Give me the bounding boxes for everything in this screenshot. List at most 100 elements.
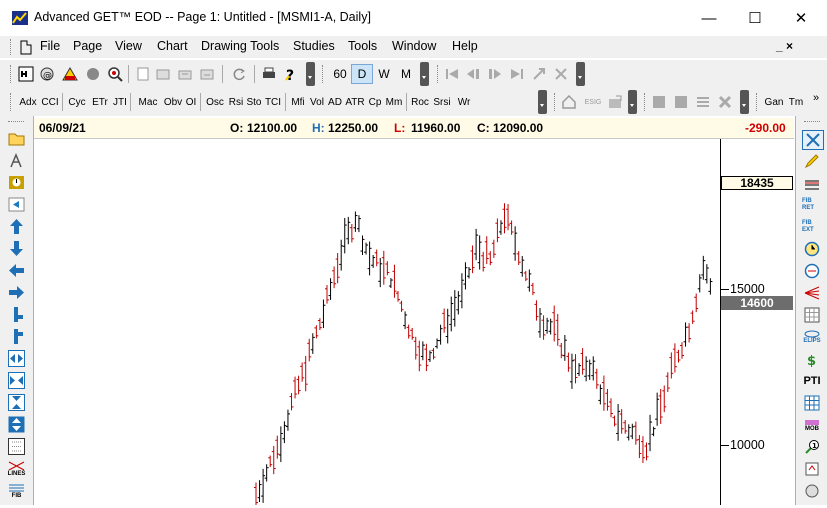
extra-tool[interactable]: [802, 482, 822, 500]
study-srsi-button[interactable]: Srsi: [431, 93, 453, 111]
period-weekly-button[interactable]: W: [374, 65, 394, 83]
toolbar-grip[interactable]: [554, 93, 558, 111]
expand-x-tool[interactable]: [8, 372, 25, 389]
single-pane-button[interactable]: [650, 93, 668, 111]
toolbar-grip[interactable]: [644, 93, 648, 111]
toolbar-grip[interactable]: [437, 65, 441, 83]
study-etr-button[interactable]: ETr: [89, 93, 111, 111]
time-button[interactable]: Tm: [788, 93, 804, 111]
move-up-tool[interactable]: [8, 218, 25, 235]
pti-tool[interactable]: PTI: [802, 372, 822, 390]
study-rsi-button[interactable]: Rsi: [227, 93, 245, 111]
lines-tool[interactable]: LINES: [8, 460, 25, 477]
menu-tools[interactable]: Tools: [348, 39, 377, 53]
scroll-forward-button[interactable]: [486, 65, 504, 83]
menubar-grip[interactable]: [10, 39, 14, 55]
study-tci-button[interactable]: TCI: [263, 93, 283, 111]
fib-extension-tool[interactable]: FIB EXT: [802, 218, 822, 236]
toolbar-grip[interactable]: [322, 65, 326, 83]
tools-a-tool[interactable]: [8, 152, 25, 169]
ball-button[interactable]: [84, 65, 102, 83]
indicator-tool[interactable]: [8, 174, 25, 191]
stretch-down-tool[interactable]: [8, 328, 25, 345]
move-left-tool[interactable]: [8, 262, 25, 279]
period-daily-button[interactable]: D: [351, 64, 373, 84]
study-osc-button[interactable]: Osc: [204, 93, 226, 111]
study-roc-button[interactable]: Roc: [410, 93, 430, 111]
period-60-button[interactable]: 60: [330, 65, 350, 83]
compress-button[interactable]: [552, 65, 570, 83]
maximize-button[interactable]: ☐: [732, 5, 778, 31]
study-obv-button[interactable]: Obv: [163, 93, 183, 111]
ellipse-tool[interactable]: ELIPS: [802, 328, 822, 346]
open-folder-tool[interactable]: [8, 130, 25, 147]
home-button[interactable]: [560, 93, 578, 111]
study-mm-button[interactable]: Mm: [384, 93, 404, 111]
pencil-tool[interactable]: [802, 152, 822, 170]
study-mfi-button[interactable]: Mfi: [289, 93, 307, 111]
print-button[interactable]: [260, 65, 278, 83]
toolbar-grip[interactable]: [804, 121, 820, 122]
new-chart-button[interactable]: [17, 65, 35, 83]
study-sto-button[interactable]: Sto: [246, 93, 262, 111]
zoom-button[interactable]: [106, 65, 124, 83]
window-dropdown[interactable]: [740, 90, 749, 114]
toolbar-grip[interactable]: [10, 65, 14, 83]
minimize-button[interactable]: —: [686, 5, 732, 31]
time-cycle-tool[interactable]: [802, 240, 822, 258]
save-button[interactable]: [198, 65, 216, 83]
study-ad-button[interactable]: AD: [327, 93, 343, 111]
help-button[interactable]: ?: [282, 65, 300, 83]
menu-window[interactable]: Window: [392, 39, 436, 53]
scroll-back-button[interactable]: [464, 65, 482, 83]
mob-tool[interactable]: MOB: [802, 416, 822, 434]
fan-tool[interactable]: [802, 284, 822, 302]
gann-grid-tool[interactable]: [802, 306, 822, 324]
study-jti-button[interactable]: JTI: [112, 93, 128, 111]
export-button[interactable]: [606, 93, 624, 111]
compress-y-tool[interactable]: [8, 394, 25, 411]
study-oi-button[interactable]: OI: [184, 93, 198, 111]
scroll-start-button[interactable]: [443, 65, 461, 83]
mdi-window-controls[interactable]: _ ×: [776, 39, 793, 53]
tools-dropdown[interactable]: [628, 90, 637, 114]
scanner-button[interactable]: [60, 65, 80, 83]
table-tool[interactable]: [802, 394, 822, 412]
open-button[interactable]: [176, 65, 194, 83]
fib-tool[interactable]: FIB: [8, 482, 25, 499]
scroll-dropdown[interactable]: [576, 62, 585, 86]
template-tool[interactable]: [802, 460, 822, 478]
expand-y-tool[interactable]: [8, 416, 25, 433]
price-chart[interactable]: [34, 139, 721, 508]
study-adx-button[interactable]: Adx: [17, 93, 39, 111]
study-vol-button[interactable]: Vol: [308, 93, 326, 111]
gann-button[interactable]: Gan: [764, 93, 784, 111]
tile-button[interactable]: [672, 93, 690, 111]
refresh-button[interactable]: [230, 65, 248, 83]
study-atr-button[interactable]: ATR: [344, 93, 366, 111]
layout-button[interactable]: [154, 65, 172, 83]
toolbar-dropdown[interactable]: [306, 62, 315, 86]
move-right-tool[interactable]: [8, 284, 25, 301]
fib-time-tool[interactable]: [802, 262, 822, 280]
menu-view[interactable]: View: [115, 39, 142, 53]
toolbar-grip[interactable]: [8, 121, 24, 122]
fib-retracement-tool[interactable]: FIB RET: [802, 196, 822, 214]
pointer-tool[interactable]: [802, 130, 824, 150]
expand-button[interactable]: [530, 65, 548, 83]
study-wr-button[interactable]: Wr: [454, 93, 474, 111]
study-cci-button[interactable]: CCI: [40, 93, 60, 111]
menu-file[interactable]: File: [40, 39, 60, 53]
compress-x-tool[interactable]: [8, 350, 25, 367]
toolbar-grip[interactable]: [756, 93, 760, 111]
menu-drawing-tools[interactable]: Drawing Tools: [201, 39, 279, 53]
scroll-end-button[interactable]: [508, 65, 526, 83]
period-monthly-button[interactable]: M: [396, 65, 416, 83]
period-dropdown[interactable]: [420, 62, 429, 86]
study-mac-button[interactable]: Mac: [134, 93, 162, 111]
channel-tool[interactable]: [802, 174, 822, 192]
grid-tool[interactable]: [8, 438, 25, 455]
quote-page-button[interactable]: @: [38, 65, 56, 83]
toolbar-grip[interactable]: [10, 93, 14, 111]
one-tool[interactable]: 1: [802, 438, 822, 456]
